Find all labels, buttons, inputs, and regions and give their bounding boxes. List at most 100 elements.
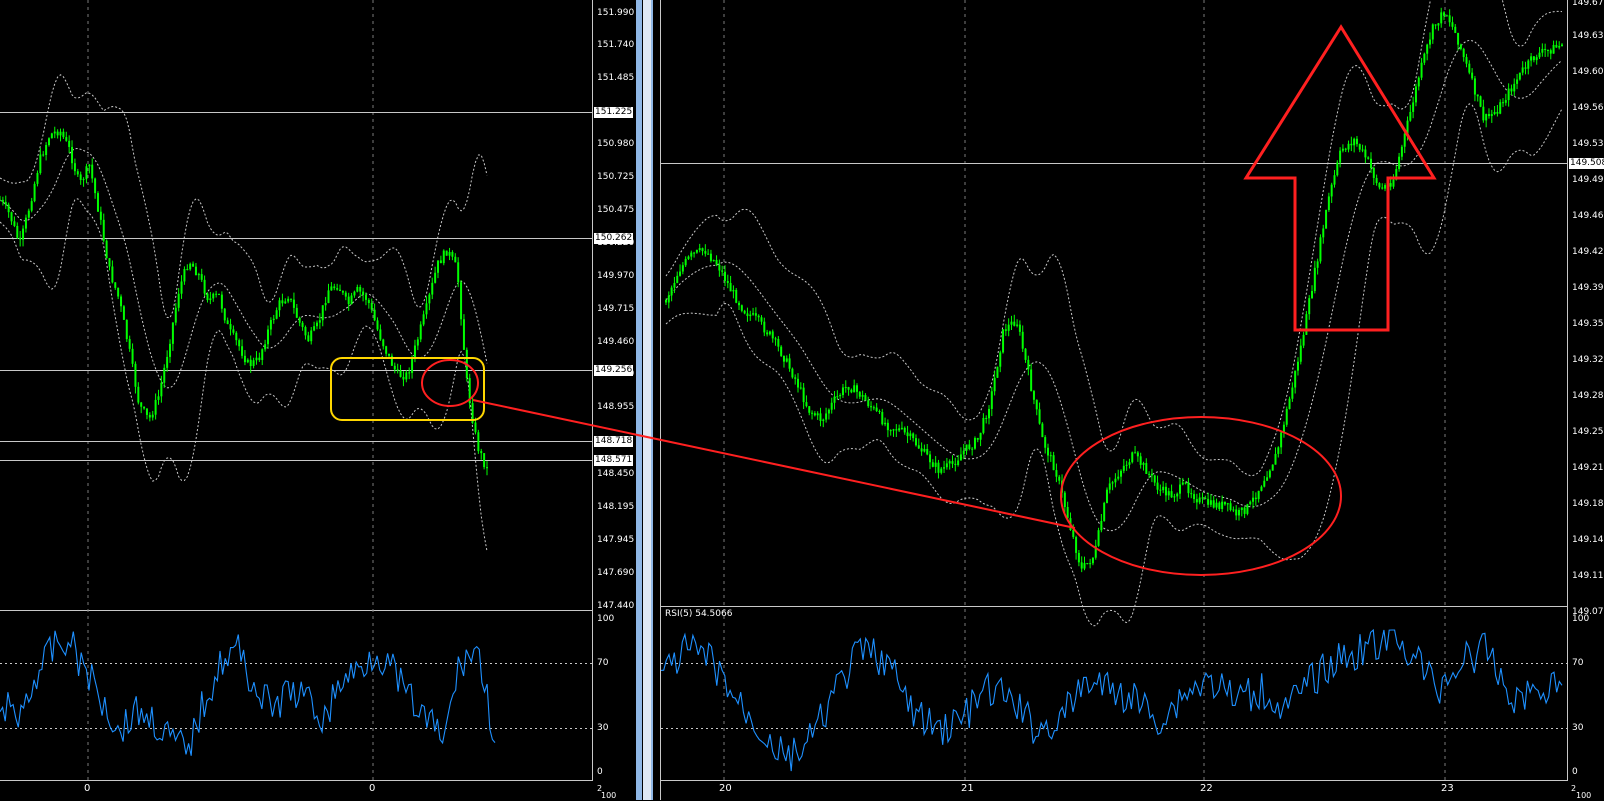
candle-body bbox=[858, 391, 861, 397]
candle-body bbox=[853, 385, 856, 393]
band-edge bbox=[665, 103, 1563, 627]
candle-body bbox=[704, 251, 707, 254]
candle-body bbox=[1288, 398, 1291, 410]
candle-body bbox=[1252, 497, 1255, 502]
candle-body bbox=[1510, 88, 1513, 92]
left-price-axis-label: 147.690 bbox=[597, 568, 635, 578]
candle-body bbox=[327, 290, 330, 304]
candle-body bbox=[1513, 83, 1516, 92]
level-price-tag: 148.571 bbox=[594, 455, 634, 466]
candle-body bbox=[7, 204, 10, 213]
candle-body bbox=[1164, 486, 1167, 496]
candle-body bbox=[819, 413, 822, 421]
candle-body bbox=[1291, 387, 1294, 399]
candle-body bbox=[1117, 476, 1120, 479]
candle-body bbox=[1254, 497, 1257, 500]
left-price-axis-label: 151.485 bbox=[597, 73, 635, 83]
candle-body bbox=[1437, 23, 1440, 26]
candle-body bbox=[1274, 453, 1277, 465]
candle-body bbox=[480, 451, 483, 454]
candle-body bbox=[743, 310, 746, 314]
candle-body bbox=[252, 360, 255, 367]
candle-body bbox=[954, 463, 957, 465]
candle-body bbox=[215, 293, 218, 295]
candle-body bbox=[232, 329, 235, 333]
candle-body bbox=[169, 343, 172, 357]
candle-body bbox=[362, 291, 365, 295]
candle-body bbox=[1100, 520, 1103, 531]
candle-body bbox=[114, 282, 117, 288]
right-rsi-title: RSI(5) 54.5066 bbox=[665, 609, 733, 619]
candle-body bbox=[1041, 423, 1044, 438]
candle-body bbox=[827, 409, 830, 414]
candle-body bbox=[1268, 470, 1271, 478]
right-price-axis-label: 149.250 bbox=[1572, 427, 1604, 437]
candle-body bbox=[330, 286, 333, 291]
left-corner-value: 100 bbox=[601, 791, 617, 800]
candle-body bbox=[760, 317, 763, 322]
candle-body bbox=[313, 326, 316, 331]
candle-body bbox=[875, 407, 878, 412]
band-edge bbox=[0, 74, 488, 319]
candle-body bbox=[1103, 502, 1106, 521]
candle-body bbox=[157, 396, 160, 400]
candle-body bbox=[841, 387, 844, 396]
candle-body bbox=[768, 331, 771, 335]
right-price-axis-label: 149.145 bbox=[1572, 535, 1604, 545]
candle-body bbox=[295, 307, 298, 318]
candle-body bbox=[33, 183, 36, 202]
candle-body bbox=[36, 173, 39, 184]
candle-body bbox=[1035, 399, 1038, 410]
candle-body bbox=[1476, 94, 1479, 97]
right-price-axis-label: 149.390 bbox=[1572, 283, 1604, 293]
candle-body bbox=[344, 292, 347, 297]
candle-body bbox=[878, 411, 881, 413]
candle-body bbox=[864, 395, 867, 401]
candle-body bbox=[1167, 491, 1170, 496]
candle-body bbox=[757, 315, 760, 318]
candle-body bbox=[957, 460, 960, 465]
level-price-tag: 151.225 bbox=[594, 107, 634, 118]
candle-body bbox=[399, 370, 402, 377]
candle-body bbox=[1428, 39, 1431, 45]
candle-body bbox=[454, 256, 457, 263]
candle-body bbox=[1322, 228, 1325, 238]
candle-body bbox=[1473, 78, 1476, 95]
candle-body bbox=[284, 301, 287, 304]
candle-body bbox=[425, 303, 428, 315]
candle-body bbox=[754, 313, 757, 316]
candle-body bbox=[125, 319, 128, 340]
candle-body bbox=[808, 406, 811, 413]
candle-body bbox=[1333, 175, 1336, 185]
window-separator[interactable] bbox=[636, 0, 653, 800]
candle-body bbox=[1080, 562, 1083, 569]
candle-body bbox=[1336, 162, 1339, 176]
candle-body bbox=[1159, 489, 1162, 491]
candle-body bbox=[1243, 507, 1246, 514]
candle-body bbox=[1378, 183, 1381, 188]
candle-body bbox=[298, 317, 301, 323]
left-bollinger-bands bbox=[0, 74, 488, 552]
candle-body bbox=[1226, 503, 1229, 505]
left-price-axis-label: 151.990 bbox=[597, 8, 635, 18]
candle-body bbox=[171, 322, 174, 344]
candle-body bbox=[137, 386, 140, 403]
candle-body bbox=[799, 387, 802, 389]
candle-body bbox=[805, 402, 808, 407]
candle-body bbox=[679, 271, 682, 276]
candle-body bbox=[1546, 49, 1549, 51]
right-time-label: 21 bbox=[961, 783, 974, 794]
left-price-axis-label: 148.195 bbox=[597, 502, 635, 512]
candle-body bbox=[1434, 24, 1437, 26]
candle-body bbox=[1018, 324, 1021, 332]
candle-body bbox=[321, 305, 324, 321]
candle-body bbox=[318, 320, 321, 323]
candle-body bbox=[1558, 46, 1561, 48]
right-price-axis-label: 149.565 bbox=[1572, 103, 1604, 113]
candle-body bbox=[1170, 491, 1173, 498]
candle-body bbox=[898, 428, 901, 431]
candle-body bbox=[1097, 530, 1100, 546]
candle-body bbox=[721, 270, 724, 272]
left-price-candles bbox=[0, 126, 488, 476]
candle-body bbox=[238, 340, 241, 347]
